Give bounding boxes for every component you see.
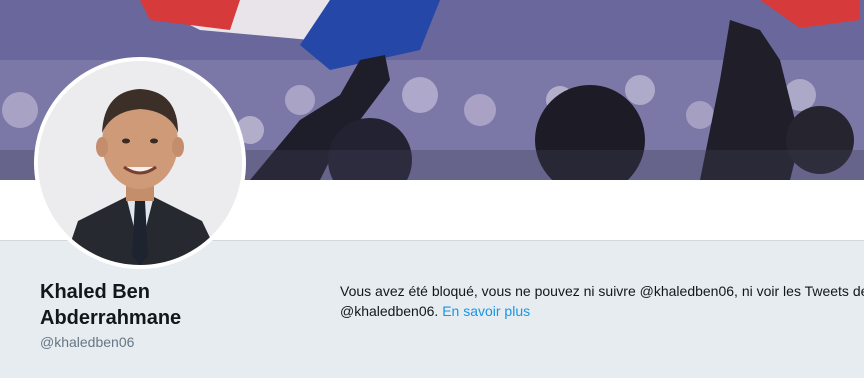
- profile-avatar[interactable]: [34, 57, 246, 269]
- profile-display-name: Khaled Ben Abderrahmane: [40, 279, 280, 331]
- blocked-notice-handle: @khaledben06.: [340, 303, 439, 319]
- profile-handle: @khaledben06: [40, 334, 135, 350]
- avatar-photo: [38, 61, 242, 265]
- learn-more-link[interactable]: En savoir plus: [442, 303, 530, 319]
- blocked-notice-line-1: Vous avez été bloqué, vous ne pouvez ni …: [340, 283, 864, 299]
- display-name-line-1: Khaled Ben: [40, 281, 151, 303]
- display-name-line-2: Abderrahmane: [40, 307, 182, 329]
- blocked-notice: Vous avez été bloqué, vous ne pouvez ni …: [340, 281, 864, 321]
